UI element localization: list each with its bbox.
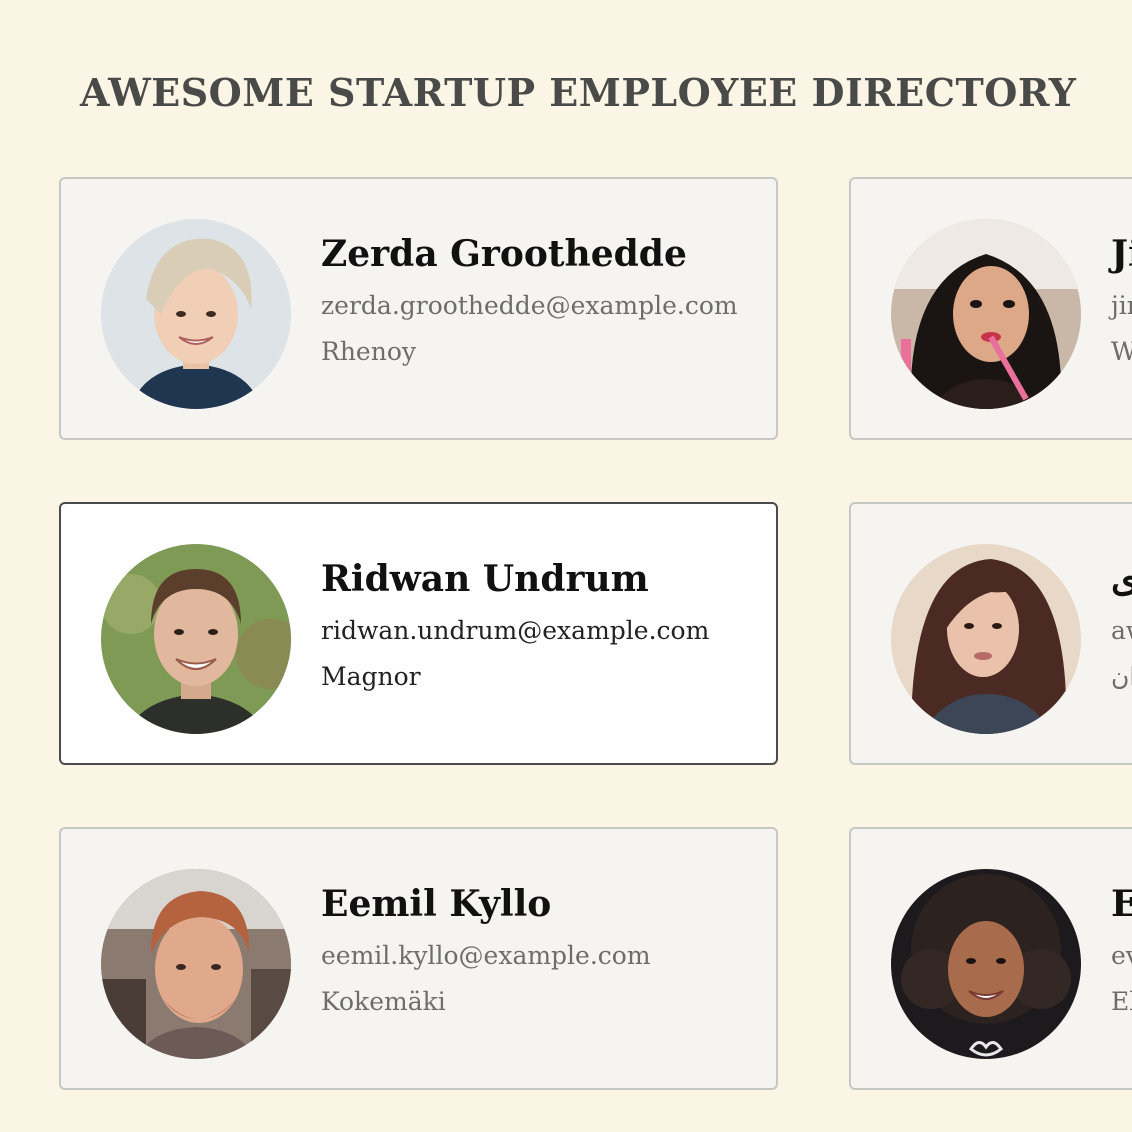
employee-name: ی xyxy=(1111,556,1132,602)
employee-city: Kokemäki xyxy=(321,987,446,1016)
man-brown-hair-smiling-photo-icon xyxy=(101,544,291,734)
employee-card[interactable]: ی aw ان xyxy=(849,502,1132,765)
employee-card[interactable]: Ji jir W xyxy=(849,177,1132,440)
employee-email: eemil.kyllo@example.com xyxy=(321,941,651,970)
avatar xyxy=(101,219,291,409)
employee-card[interactable]: E ev El xyxy=(849,827,1132,1090)
employee-card[interactable]: Ridwan Undrum ridwan.undrum@example.com … xyxy=(59,502,778,765)
employee-email: zerda.groothedde@example.com xyxy=(321,291,738,320)
employee-city: Rhenoy xyxy=(321,337,416,366)
employee-city: W xyxy=(1111,329,1132,375)
woman-dark-hair-straw-photo-icon xyxy=(891,219,1081,409)
employee-name: Ridwan Undrum xyxy=(321,558,649,600)
employee-name: E xyxy=(1111,881,1132,927)
woman-long-brown-hair-photo-icon xyxy=(891,544,1081,734)
employee-card[interactable]: Eemil Kyllo eemil.kyllo@example.com Koke… xyxy=(59,827,778,1090)
employee-city: El xyxy=(1111,987,1132,1016)
employee-name: Zerda Groothedde xyxy=(321,233,687,275)
man-red-hair-beard-photo-icon xyxy=(101,869,291,1059)
avatar xyxy=(101,869,291,1059)
employee-email: ridwan.undrum@example.com xyxy=(321,616,710,645)
employee-email: jir xyxy=(1111,291,1132,320)
employee-city: Magnor xyxy=(321,662,421,691)
avatar xyxy=(891,219,1081,409)
employee-email: aw xyxy=(1111,616,1132,645)
woman-short-blonde-hair-photo-icon xyxy=(101,219,291,409)
employee-card[interactable]: Zerda Groothedde zerda.groothedde@exampl… xyxy=(59,177,778,440)
employee-directory-page: AWESOME STARTUP EMPLOYEE DIRECTORY Zerda… xyxy=(0,0,1132,1132)
employee-name: Ji xyxy=(1111,233,1132,275)
page-title: AWESOME STARTUP EMPLOYEE DIRECTORY xyxy=(80,70,1077,115)
avatar xyxy=(891,869,1081,1059)
woman-curly-hair-smiling-photo-icon xyxy=(891,869,1081,1059)
avatar xyxy=(891,544,1081,734)
employee-name: Eemil Kyllo xyxy=(321,883,552,925)
employee-email: ev xyxy=(1111,941,1132,970)
employee-city: ان xyxy=(1111,662,1132,691)
avatar xyxy=(101,544,291,734)
